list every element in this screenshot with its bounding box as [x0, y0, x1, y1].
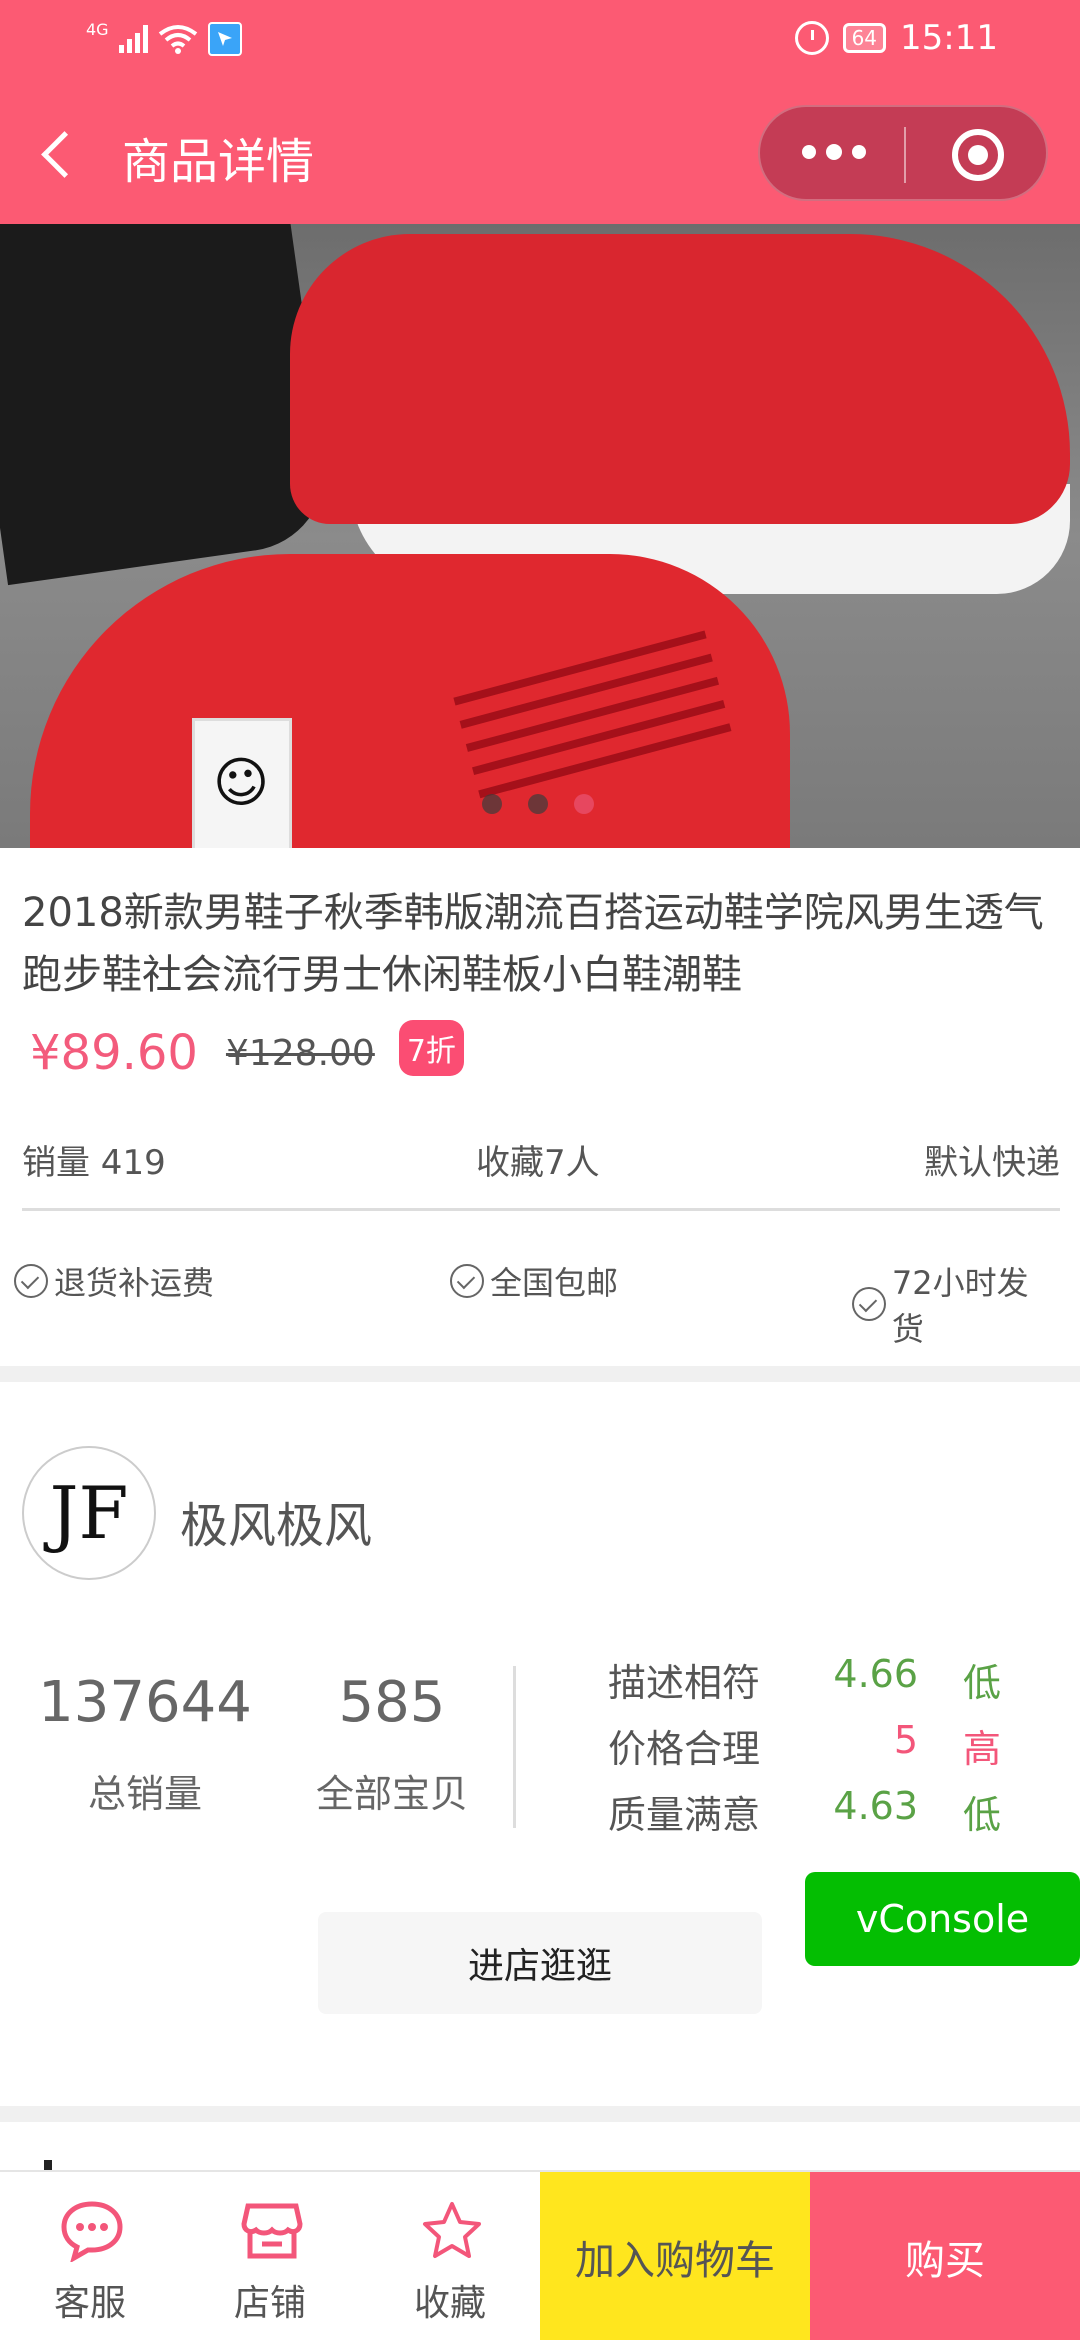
price-row: ¥89.60 ¥128.00 7折 [30, 1020, 464, 1081]
product-title: 2018新款男鞋子秋季韩版潮流百搭运动鞋学院风男生透气跑步鞋社会流行男士休闲鞋板… [22, 890, 1044, 998]
favorite-label: 收藏 [413, 2283, 486, 2324]
image-front-shoe [30, 554, 790, 848]
check-circle-icon [852, 1287, 886, 1321]
top-bar: 4G 64 15:11 商品详情 [0, 0, 1080, 224]
current-price: ¥89.60 [30, 1025, 198, 1081]
network-type: 4G [86, 19, 109, 39]
total-sales-label: 总销量 [87, 1772, 202, 1816]
shop-stats: 137644 总销量 585 全部宝贝 [30, 1670, 480, 1840]
total-sales-value: 137644 [38, 1670, 252, 1735]
shop-ratings: 描述相符 4.66 低 价格合理 5 高 质量满意 4.63 低 [608, 1652, 1028, 1850]
image-smiley-tag: ☺ [192, 718, 292, 848]
check-circle-icon [450, 1264, 484, 1298]
original-price: ¥128.00 [225, 1032, 375, 1074]
navigation-bar: 商品详情 [0, 100, 1080, 210]
all-items-value: 585 [338, 1670, 446, 1735]
sales-count: 销量 419 [22, 1143, 166, 1183]
buy-button[interactable]: 购买 [810, 2172, 1080, 2340]
section-separator [0, 1366, 1080, 1382]
guarantee-item: 退货补运费 [14, 1258, 214, 1304]
chat-bubble-icon [61, 2201, 123, 2262]
product-stats: 销量 419 收藏7人 默认快递 [22, 1135, 1060, 1191]
rating-row: 价格合理 5 高 [608, 1718, 1028, 1784]
product-image-carousel[interactable]: ☺ [0, 224, 1080, 848]
store-icon [241, 2203, 303, 2259]
rating-level: 高 [963, 1727, 1002, 1771]
section-separator [0, 2106, 1080, 2122]
alarm-icon [794, 21, 829, 55]
capsule-divider [904, 127, 906, 183]
favorites-count: 收藏7人 [476, 1143, 600, 1183]
add-to-cart-button[interactable]: 加入购物车 [540, 2172, 810, 2340]
vconsole-button[interactable]: vConsole [805, 1872, 1080, 1966]
check-circle-icon [14, 1264, 48, 1298]
close-miniprogram-icon[interactable] [952, 129, 1004, 181]
wifi-icon [158, 25, 197, 54]
rating-label: 价格合理 [608, 1727, 761, 1771]
all-items-label: 全部宝贝 [315, 1772, 468, 1816]
carousel-dots [482, 794, 594, 814]
back-button[interactable] [36, 124, 80, 184]
bottom-action-bar: 客服 店铺 收藏 加入购物车 购买 [0, 2170, 1080, 2340]
guarantee-item: 全国包邮 [450, 1258, 618, 1304]
clock: 15:11 [900, 18, 998, 58]
customer-service-button[interactable]: 客服 [0, 2172, 180, 2340]
app-notification-icon [207, 22, 242, 56]
rating-level: 低 [963, 1793, 1002, 1837]
more-icon[interactable] [802, 144, 866, 160]
divider [22, 1208, 1060, 1211]
carousel-dot[interactable] [482, 794, 502, 814]
shop-logo[interactable]: JF [22, 1446, 156, 1580]
stats-divider [513, 1666, 516, 1828]
rating-row: 描述相符 4.66 低 [608, 1652, 1028, 1718]
shop-name[interactable]: 极风极风 [180, 1486, 372, 1556]
page-title: 商品详情 [122, 134, 315, 190]
rating-label: 质量满意 [608, 1793, 761, 1837]
miniprogram-capsule [758, 105, 1048, 201]
carousel-dot-active[interactable] [574, 794, 594, 814]
image-sleeve [0, 224, 335, 586]
guarantee-label: 全国包邮 [490, 1264, 619, 1302]
store-label: 店铺 [233, 2283, 306, 2324]
rating-row: 质量满意 4.63 低 [608, 1784, 1028, 1850]
store-button[interactable]: 店铺 [180, 2172, 360, 2340]
guarantee-label: 退货补运费 [54, 1264, 215, 1302]
all-items-stat[interactable]: 585 全部宝贝 [292, 1670, 492, 1818]
total-sales-stat: 137644 总销量 [30, 1670, 260, 1818]
rating-score: 4.66 [833, 1652, 918, 1696]
star-icon [423, 2202, 481, 2258]
guarantee-item: 72小时发货 [852, 1258, 1060, 1350]
carousel-dot[interactable] [528, 794, 548, 814]
rating-label: 描述相符 [608, 1661, 761, 1705]
service-label: 客服 [53, 2283, 126, 2324]
rating-level: 低 [963, 1661, 1002, 1705]
battery-indicator: 64 [842, 23, 887, 53]
status-bar: 4G 64 15:11 [0, 18, 1080, 62]
guarantee-label: 72小时发货 [891, 1264, 1029, 1348]
favorite-button[interactable]: 收藏 [360, 2172, 540, 2340]
shipping-method: 默认快递 [924, 1143, 1060, 1183]
signal-icon [118, 25, 148, 53]
rating-score: 4.63 [833, 1784, 918, 1828]
rating-score: 5 [893, 1718, 918, 1762]
enter-shop-button[interactable]: 进店逛逛 [318, 1912, 762, 2014]
discount-badge: 7折 [398, 1020, 464, 1076]
guarantee-row: 退货补运费 全国包邮 72小时发货 [14, 1258, 1060, 1348]
image-back-shoe [290, 234, 1070, 524]
